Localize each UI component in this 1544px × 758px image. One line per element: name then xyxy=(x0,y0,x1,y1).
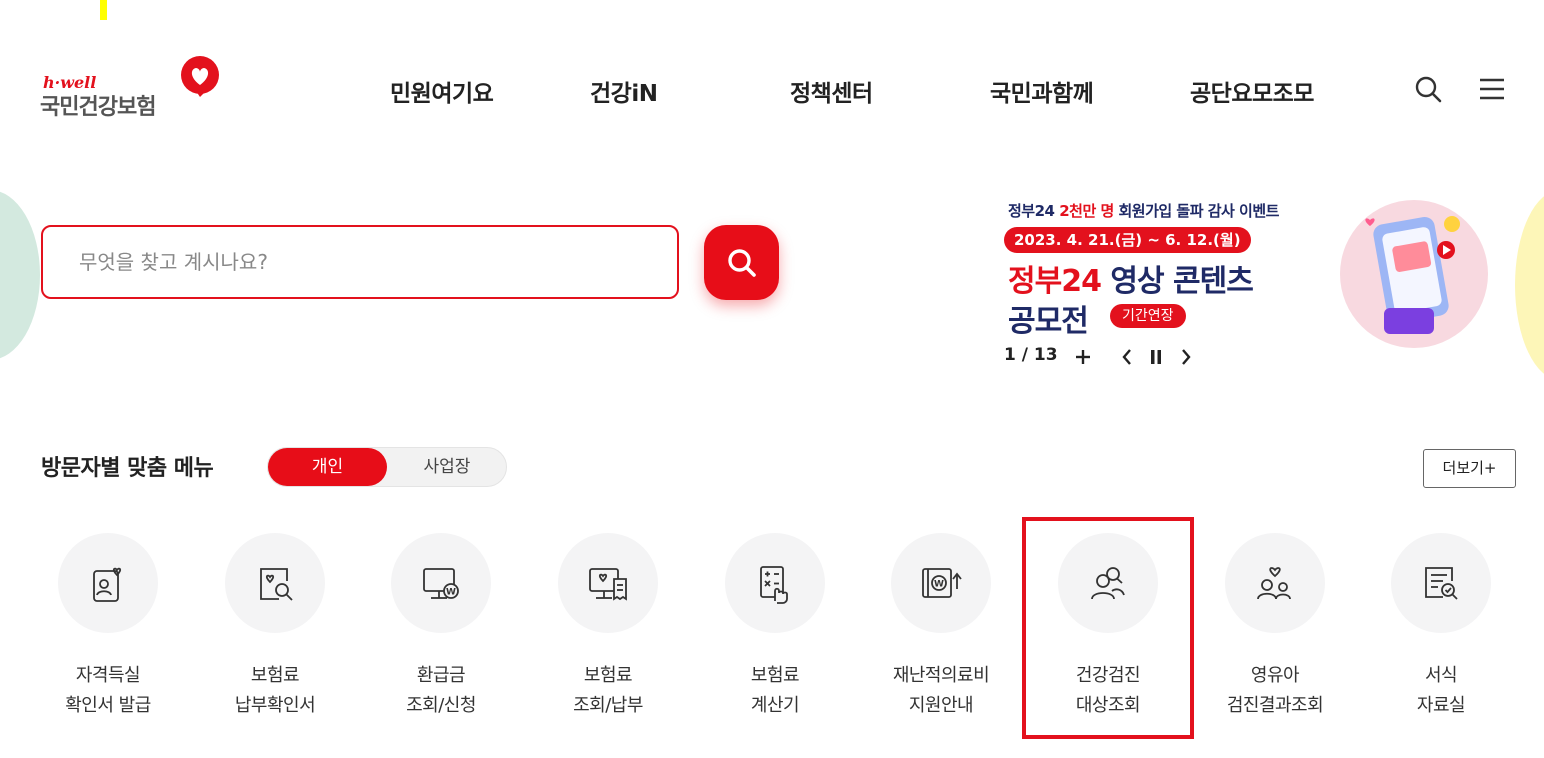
menu-label: 재난적의료비지원안내 xyxy=(866,661,1016,721)
menu-item-forms-library[interactable]: 서식자료실 xyxy=(1366,533,1516,733)
highlight-box xyxy=(1022,517,1194,739)
menu-item-infant-checkup-results[interactable]: 영유아검진결과조회 xyxy=(1200,533,1350,733)
menu-icon-circle xyxy=(58,533,158,633)
menu-label-line1: 자격득실 xyxy=(75,665,141,686)
menu-label-line2: 조회/신청 xyxy=(406,695,476,716)
menu-icon-circle: W xyxy=(891,533,991,633)
banner-title-rest: 영상 콘텐츠 xyxy=(1100,264,1253,299)
menu-label-line2: 지원안내 xyxy=(908,695,974,716)
menu-label-line2: 확인서 발급 xyxy=(65,695,151,716)
prev-icon[interactable] xyxy=(1116,345,1138,369)
menu-label-line2: 납부확인서 xyxy=(234,695,316,716)
menu-icon-circle xyxy=(1225,533,1325,633)
wallet-won-icon: W xyxy=(922,568,962,598)
menu-label-line1: 보험료 xyxy=(250,665,300,686)
menu-item-premium-calculator[interactable]: 보험료계산기 xyxy=(700,533,850,733)
menu-icon-circle xyxy=(725,533,825,633)
more-button[interactable]: 더보기+ xyxy=(1423,449,1516,488)
nhis-logo[interactable]: h·well 국민건강보험 xyxy=(40,55,225,125)
menu-icon-circle: W xyxy=(391,533,491,633)
family-heart-icon xyxy=(1257,567,1291,600)
document-search-icon xyxy=(260,568,293,601)
search-box xyxy=(41,225,679,299)
phone-video-icon xyxy=(1365,216,1460,334)
calculator-hand-icon xyxy=(760,566,788,604)
banner-title-line2: 공모전 xyxy=(1008,304,1089,339)
menu-icon-circle xyxy=(225,533,325,633)
menu-label: 서식자료실 xyxy=(1366,661,1516,721)
menu-label-line2: 조회/납부 xyxy=(573,695,643,716)
form-search-icon xyxy=(1425,567,1458,600)
menu-item-premium-inquiry[interactable]: 보험료조회/납부 xyxy=(533,533,683,733)
menu-label-line2: 계산기 xyxy=(750,695,800,716)
menu-label: 자격득실확인서 발급 xyxy=(33,661,183,721)
gnb-item-health-in[interactable]: 건강iN xyxy=(590,74,658,108)
gnb-item-with-citizens[interactable]: 국민과함께 xyxy=(990,74,1094,108)
menu-label: 보험료납부확인서 xyxy=(200,661,350,721)
banner-illustration xyxy=(1340,200,1488,348)
banner-badge: 기간연장 xyxy=(1110,304,1186,328)
menu-item-refund[interactable]: W 환급금조회/신청 xyxy=(366,533,516,733)
menu-item-catastrophic-medical-support[interactable]: W 재난적의료비지원안내 xyxy=(866,533,1016,733)
next-icon[interactable] xyxy=(1175,345,1197,369)
monitor-won-icon: W xyxy=(423,568,459,599)
svg-text:W: W xyxy=(934,580,944,590)
tab-business[interactable]: 사업장 xyxy=(388,448,506,486)
menu-label: 환급금조회/신청 xyxy=(366,661,516,721)
menu-label-line2: 자료실 xyxy=(1416,695,1466,716)
banner-subtitle-highlight: 2천만 명 xyxy=(1059,202,1114,220)
section-title: 방문자별 맞춤 메뉴 xyxy=(41,456,214,481)
menu-icon[interactable] xyxy=(1477,74,1507,104)
plus-icon[interactable] xyxy=(1072,345,1094,369)
pause-icon[interactable] xyxy=(1145,345,1167,369)
banner-title-highlight: 정부24 xyxy=(1008,264,1102,299)
menu-label-line1: 보험료 xyxy=(750,665,800,686)
menu-icon-circle xyxy=(558,533,658,633)
gnb-item-civil-service[interactable]: 민원여기요 xyxy=(390,74,494,108)
id-card-heart-icon xyxy=(93,567,122,602)
banner-subtitle-suffix: 회원가입 돌파 감사 이벤트 xyxy=(1113,202,1279,220)
menu-icon-circle xyxy=(1391,533,1491,633)
tab-personal[interactable]: 개인 xyxy=(268,448,387,486)
search-icon[interactable] xyxy=(1413,74,1443,104)
menu-label-line1: 재난적의료비 xyxy=(892,665,990,686)
search-button-icon xyxy=(727,248,756,277)
menu-label: 보험료계산기 xyxy=(700,661,850,721)
menu-label-line1: 환급금 xyxy=(416,665,466,686)
decorative-blob-left xyxy=(0,190,40,360)
menu-label-line2: 검진결과조회 xyxy=(1226,695,1324,716)
menu-label-line1: 보험료 xyxy=(583,665,633,686)
menu-item-qualification-certificate[interactable]: 자격득실확인서 발급 xyxy=(33,533,183,733)
monitor-receipt-icon xyxy=(589,568,627,601)
menu-label-line1: 서식 xyxy=(1424,665,1458,686)
search-button[interactable] xyxy=(704,225,779,300)
banner-counter: 1 / 13 xyxy=(1004,345,1058,365)
menu-item-premium-payment-certificate[interactable]: 보험료납부확인서 xyxy=(200,533,350,733)
menu-label: 보험료조회/납부 xyxy=(533,661,683,721)
banner-title: 정부24 영상 콘텐츠 xyxy=(1008,256,1254,300)
logo-heart-icon xyxy=(181,56,219,97)
search-input[interactable] xyxy=(43,227,677,297)
logo-korean-text: 국민건강보험 xyxy=(40,95,156,120)
banner-date: 2023. 4. 21.(금) ~ 6. 12.(월) xyxy=(1004,227,1251,253)
menu-label-line1: 영유아 xyxy=(1250,665,1300,686)
visitor-type-toggle: 개인 사업장 xyxy=(267,447,507,487)
gnb-item-policy-center[interactable]: 정책센터 xyxy=(790,74,873,108)
gnb-item-about-nhis[interactable]: 공단요모조모 xyxy=(1190,74,1314,108)
yellow-marker xyxy=(100,0,107,20)
svg-text:W: W xyxy=(446,588,456,598)
menu-label: 영유아검진결과조회 xyxy=(1200,661,1350,721)
banner-subtitle-prefix: 정부24 xyxy=(1008,202,1060,220)
banner-subtitle: 정부24 2천만 명 회원가입 돌파 감사 이벤트 xyxy=(1008,200,1279,221)
